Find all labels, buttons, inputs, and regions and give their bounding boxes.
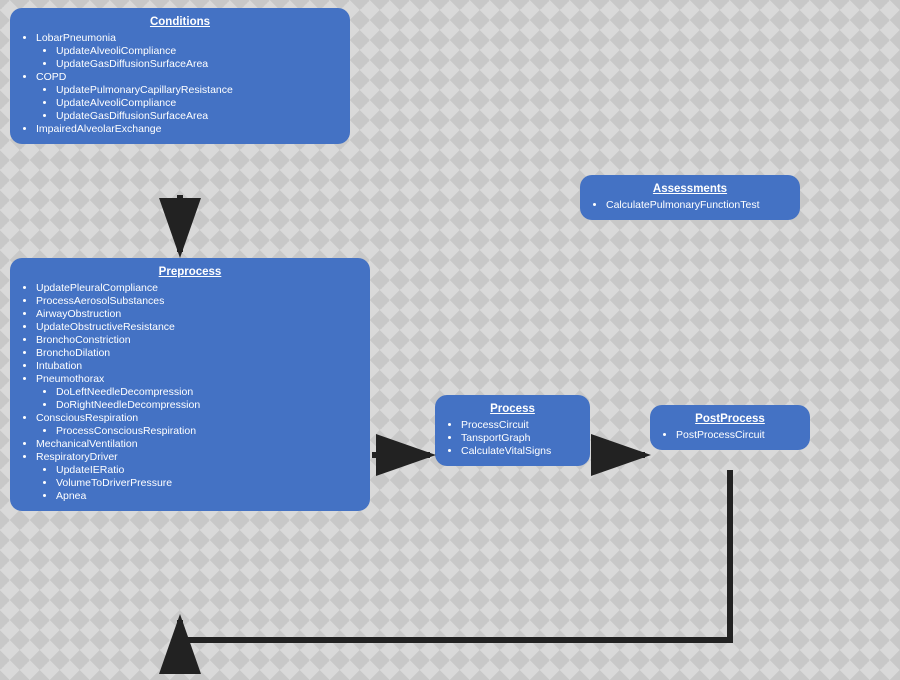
preprocess-box: Preprocess UpdatePleuralCompliance Proce… — [10, 258, 370, 511]
list-item: TansportGraph — [461, 432, 580, 444]
list-item: Intubation — [36, 360, 360, 372]
list-item: UpdateObstructiveResistance — [36, 321, 360, 333]
conditions-list: LobarPneumonia UpdateAlveoliCompliance U… — [20, 32, 340, 135]
list-item: PostProcessCircuit — [676, 429, 800, 441]
list-item: RespiratoryDriver UpdateIERatio VolumeTo… — [36, 451, 360, 502]
list-item: LobarPneumonia UpdateAlveoliCompliance U… — [36, 32, 340, 70]
list-item: Apnea — [56, 490, 360, 502]
assessments-list: CalculatePulmonaryFunctionTest — [590, 199, 790, 211]
process-list: ProcessCircuit TansportGraph CalculateVi… — [445, 419, 580, 457]
list-item: UpdateAlveoliCompliance — [56, 97, 340, 109]
list-item: CalculateVitalSigns — [461, 445, 580, 457]
list-item: ProcessAerosolSubstances — [36, 295, 360, 307]
list-item: DoLeftNeedleDecompression — [56, 386, 360, 398]
postprocess-list: PostProcessCircuit — [660, 429, 800, 441]
process-title: Process — [445, 403, 580, 415]
process-box: Process ProcessCircuit TansportGraph Cal… — [435, 395, 590, 466]
list-item: Pneumothorax DoLeftNeedleDecompression D… — [36, 373, 360, 411]
list-item: UpdateAlveoliCompliance — [56, 45, 340, 57]
list-item: MechanicalVentilation — [36, 438, 360, 450]
list-item: UpdateIERatio — [56, 464, 360, 476]
list-item: UpdatePleuralCompliance — [36, 282, 360, 294]
postprocess-title: PostProcess — [660, 413, 800, 425]
list-item: DoRightNeedleDecompression — [56, 399, 360, 411]
list-item: ProcessCircuit — [461, 419, 580, 431]
conditions-box: Conditions LobarPneumonia UpdateAlveoliC… — [10, 8, 350, 144]
list-item: CalculatePulmonaryFunctionTest — [606, 199, 790, 211]
preprocess-list: UpdatePleuralCompliance ProcessAerosolSu… — [20, 282, 360, 502]
list-item: BronchoDilation — [36, 347, 360, 359]
list-item: ProcessConsciousRespiration — [56, 425, 360, 437]
list-item: AirwayObstruction — [36, 308, 360, 320]
postprocess-box: PostProcess PostProcessCircuit — [650, 405, 810, 450]
list-item: UpdateGasDiffusionSurfaceArea — [56, 58, 340, 70]
list-item: ImpairedAlveolarExchange — [36, 123, 340, 135]
list-item: ConsciousRespiration ProcessConsciousRes… — [36, 412, 360, 437]
assessments-title: Assessments — [590, 183, 790, 195]
preprocess-title: Preprocess — [20, 266, 360, 278]
list-item: UpdateGasDiffusionSurfaceArea — [56, 110, 340, 122]
list-item: VolumeToDriverPressure — [56, 477, 360, 489]
conditions-title: Conditions — [20, 16, 340, 28]
list-item: UpdatePulmonaryCapillaryResistance — [56, 84, 340, 96]
assessments-box: Assessments CalculatePulmonaryFunctionTe… — [580, 175, 800, 220]
list-item: COPD UpdatePulmonaryCapillaryResistance … — [36, 71, 340, 122]
list-item: BronchoConstriction — [36, 334, 360, 346]
